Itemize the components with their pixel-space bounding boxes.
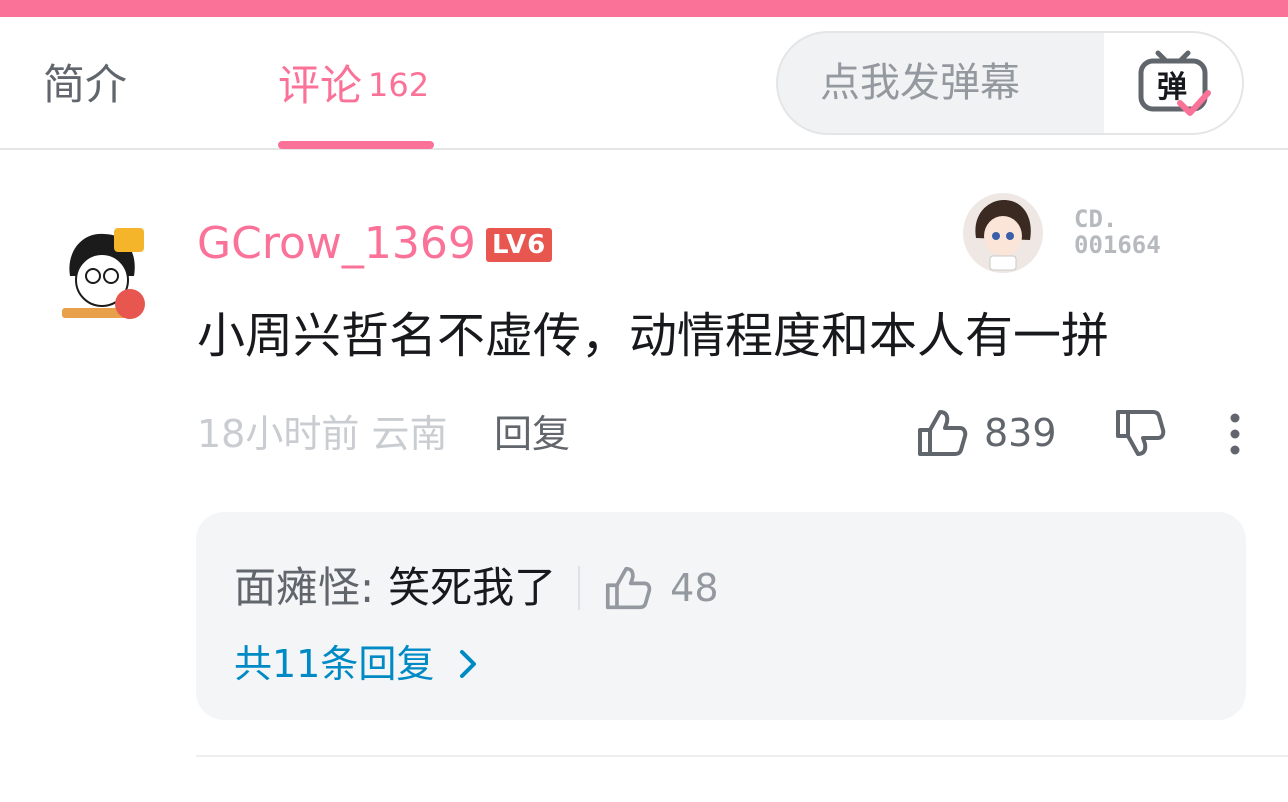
fan-medal-line-2: 001664 — [1074, 231, 1161, 259]
sub-reply-author[interactable]: 面瘫怪: — [234, 562, 374, 614]
like-count: 839 — [984, 411, 1057, 455]
thumb-up-icon[interactable] — [604, 565, 652, 611]
dislike-button[interactable] — [1114, 408, 1166, 462]
fan-medal-avatar — [963, 193, 1043, 273]
comment-time: 18小时前 — [197, 412, 360, 456]
reply-button[interactable]: 回复 — [494, 410, 570, 458]
tv-danmaku-icon: 弹 — [1138, 50, 1211, 116]
like-button[interactable]: 839 — [916, 408, 1057, 458]
sub-reply-text: 笑死我了 — [388, 563, 557, 612]
thumb-down-icon — [1116, 410, 1166, 456]
svg-text:弹: 弹 — [1157, 70, 1187, 105]
thumb-up-icon — [918, 410, 968, 456]
sub-reply-item[interactable]: 面瘫怪: 笑死我了 48 — [234, 562, 719, 614]
more-vertical-icon[interactable] — [1220, 410, 1250, 458]
tab-comments-label: 评论 — [278, 61, 363, 110]
tab-bar: 简介 评论 162 点我发弹幕 弹 — [0, 17, 1288, 150]
tab-comments[interactable]: 评论 162 — [278, 57, 429, 114]
comment-meta: 18小时前 云南 — [197, 410, 447, 458]
comment-separator — [196, 755, 1288, 757]
fan-medal-line-1: CD. — [1074, 205, 1118, 233]
tab-comments-count: 162 — [368, 66, 430, 104]
user-avatar[interactable] — [52, 218, 160, 326]
danmaku-input[interactable]: 点我发弹幕 — [778, 33, 1104, 133]
active-tab-indicator — [278, 141, 434, 149]
fan-medal-number: CD. 001664 — [1074, 206, 1161, 258]
tab-intro-label: 简介 — [43, 60, 128, 109]
comment-location: 云南 — [371, 412, 448, 456]
sub-reply-divider — [578, 566, 581, 610]
chevron-right-icon — [460, 650, 477, 678]
danmaku-placeholder: 点我发弹幕 — [820, 60, 1020, 106]
tab-intro[interactable]: 简介 — [43, 57, 127, 113]
view-all-replies-label: 共11条回复 — [234, 642, 435, 686]
view-all-replies-link[interactable]: 共11条回复 — [234, 640, 488, 688]
comment-username[interactable]: GCrow_1369 — [197, 216, 476, 272]
danmaku-toggle-button[interactable]: 弹 — [1104, 33, 1242, 133]
top-accent-strip — [0, 0, 1288, 17]
comment-content: 小周兴哲名不虚传，动情程度和本人有一拼 — [197, 308, 1110, 364]
danmaku-input-box: 点我发弹幕 弹 — [776, 31, 1244, 135]
sub-reply-box: 面瘫怪: 笑死我了 48 共11条回复 — [196, 512, 1246, 720]
sub-reply-like-count: 48 — [670, 566, 719, 610]
user-level-badge: LV6 — [486, 228, 553, 262]
